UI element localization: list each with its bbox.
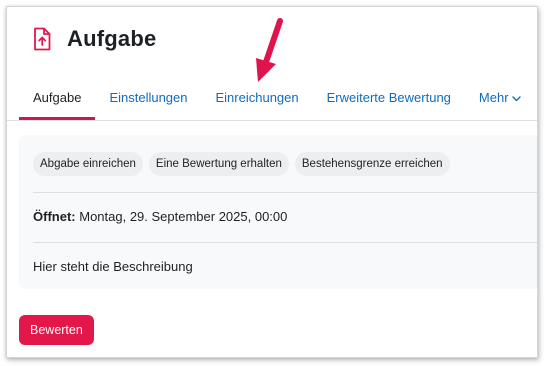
screenshot-frame: Aufgabe Aufgabe Einstellungen Einreichun…	[6, 6, 538, 358]
page-title: Aufgabe	[67, 26, 157, 51]
tabs-divider	[7, 120, 537, 121]
completion-condition: Abgabe einreichen	[33, 152, 143, 176]
secondary-navigation: Aufgabe Einstellungen Einreichungen Erwe…	[19, 75, 537, 120]
completion-condition: Bestehensgrenze erreichen	[294, 152, 450, 176]
activity-dates: Öffnet: Montag, 29. September 2025, 00:0…	[33, 209, 287, 224]
tab-label: Mehr	[478, 90, 509, 105]
open-date-label: Öffnet:	[33, 209, 76, 224]
tab-label: Einstellungen	[109, 90, 188, 105]
completion-conditions: Abgabe einreichen Eine Bewertung erhalte…	[33, 152, 450, 176]
tab-einstellungen[interactable]: Einstellungen	[95, 75, 201, 120]
divider	[33, 192, 537, 193]
divider	[33, 242, 537, 243]
tab-label: Erweiterte Bewertung	[326, 90, 451, 105]
activity-information: Abgabe einreichen Eine Bewertung erhalte…	[19, 135, 537, 289]
grade-button[interactable]: Bewerten	[19, 315, 94, 345]
page-header: Aufgabe	[29, 21, 156, 57]
tab-label: Aufgabe	[33, 90, 82, 105]
tab-erweiterte-bewertung[interactable]: Erweiterte Bewertung	[313, 75, 465, 120]
activity-description: Hier steht die Beschreibung	[33, 259, 193, 274]
tab-aufgabe[interactable]: Aufgabe	[19, 75, 96, 120]
tab-einreichungen[interactable]: Einreichungen	[202, 75, 313, 120]
tab-label: Einreichungen	[215, 90, 299, 105]
completion-condition: Eine Bewertung erhalten	[148, 152, 289, 176]
chevron-down-icon	[511, 90, 521, 105]
assignment-upload-icon	[29, 24, 55, 54]
open-date-value: Montag, 29. September 2025, 00:00	[79, 209, 288, 224]
tab-mehr[interactable]: Mehr	[465, 75, 535, 120]
